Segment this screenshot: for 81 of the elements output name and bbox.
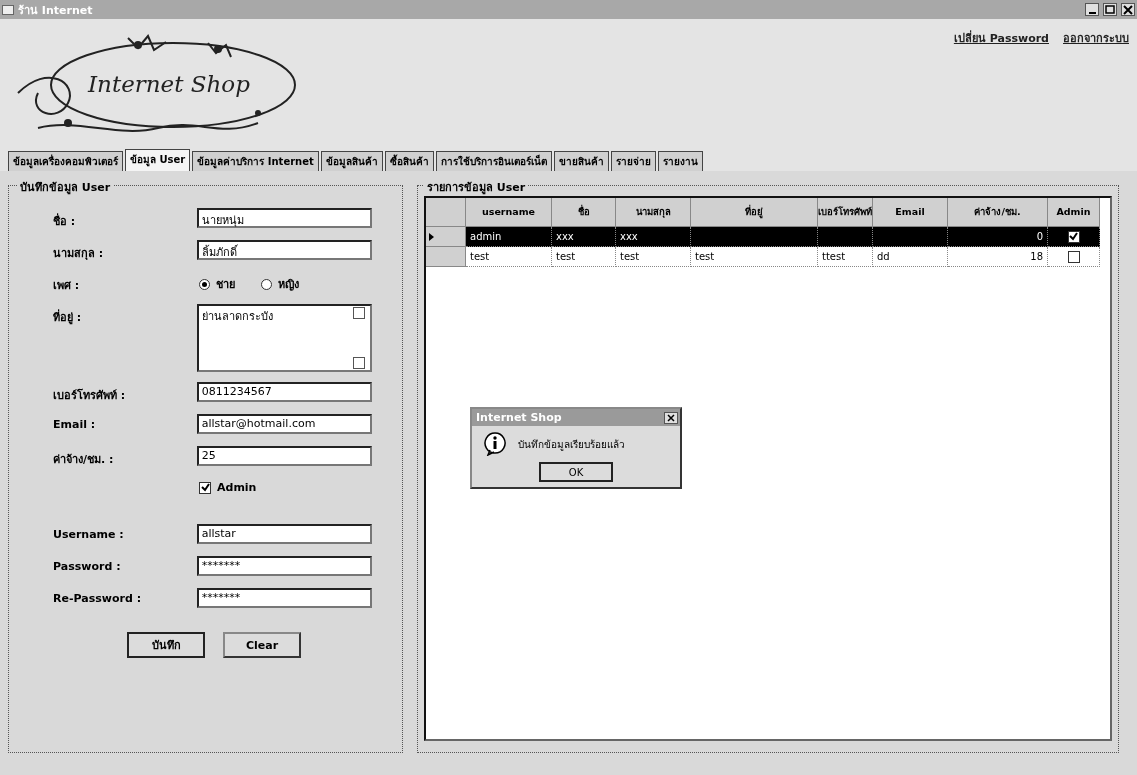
group-title: บันทึกข้อมูล User [17,178,114,196]
column-header[interactable]: Email [873,198,948,227]
row-header[interactable] [426,227,466,247]
table-cell: 18 [948,247,1048,267]
field-label: Username : [53,527,125,541]
column-header[interactable]: username [466,198,552,227]
field-label: เพศ : [53,278,81,294]
table-cell: 0 [948,227,1048,247]
logo-text: Internet Shop [88,71,250,97]
table-cell: test [691,247,818,267]
window-title: ร้าน Internet [18,2,93,19]
header-link[interactable]: เปลี่ยน Password [953,29,1049,149]
radio-label: ชาย [216,277,235,293]
maximize-icon [1104,4,1116,15]
column-header[interactable]: เบอร์โทรศัพท์ [818,198,873,227]
checkbox[interactable] [199,481,211,494]
corner-cell [426,198,466,227]
column-header[interactable]: ที่อยู่ [691,198,818,227]
dialog-message: บันทึกข้อมูลเรียบร้อยแล้ว [518,437,625,452]
field-label: ค่าจ้าง/ชม. : [53,452,115,468]
text-field[interactable]: 25 [196,446,372,466]
scroll-up-icon[interactable] [353,307,365,319]
tab[interactable]: ขายสินค้า [553,151,609,171]
tab[interactable]: รายจ่าย [610,151,656,171]
table-cell: admin [466,227,552,247]
field-label: Email : [53,417,97,431]
app-icon [2,4,14,15]
tab[interactable]: รายงาน [657,151,703,171]
tab[interactable]: ข้อมูลสินค้า [320,151,383,171]
close-button[interactable] [664,411,678,424]
close-icon [1122,4,1134,15]
maximize-button[interactable] [1103,3,1117,16]
column-header[interactable]: Admin [1048,198,1100,227]
tab[interactable]: ซื้อสินค้า [384,151,434,171]
text-area[interactable]: ย่านลาดกระบัง [196,304,372,372]
info-icon [484,432,506,456]
field-label: ที่อยู่ : [53,308,83,326]
group-title: รายการข้อมูล User [424,178,529,196]
checkbox-label: Admin [217,481,257,494]
password-field[interactable]: ******* [196,588,372,608]
tab[interactable]: ข้อมูลค่าบริการ Internet [192,151,319,171]
table-cell [818,227,873,247]
field-label: Re-Password : [53,591,143,605]
password-field[interactable]: ******* [196,556,372,576]
row-pointer-icon [429,232,434,241]
field-label: Password : [53,559,122,573]
text-field[interactable]: allstar@hotmail.com [196,414,372,434]
column-header[interactable]: ชื่อ [552,198,616,227]
close-button[interactable] [1121,3,1135,16]
table-cell: test [552,247,616,267]
minimize-icon [1088,11,1096,14]
text-field[interactable]: ลิ้มภักดิ์ [196,240,372,260]
table-cell: test [616,247,691,267]
column-header[interactable]: ค่าจ้าง/ชม. [948,198,1048,227]
minimize-button[interactable] [1085,3,1099,16]
text-field[interactable]: นายหนุ่ม [196,208,372,228]
dialog-title: Internet Shop [476,411,562,424]
tab[interactable]: การใช้บริการอินเตอร์เน็ต [435,151,552,171]
field-label: นามสกุล : [53,246,105,262]
radio-button[interactable] [199,278,210,290]
table-cell: ttest [818,247,873,267]
close-icon [667,413,675,422]
table-cell: test [466,247,552,267]
text-field[interactable]: 0811234567 [196,382,372,402]
ok-button[interactable]: OK [539,462,613,482]
table-cell: xxx [552,227,616,247]
header-link[interactable]: ออกจากระบบ [1063,29,1129,149]
text-field[interactable]: allstar [196,524,372,544]
table-cell: dd [873,247,948,267]
radio-button[interactable] [261,278,272,290]
clear-button[interactable]: Clear [223,632,301,658]
table-cell: xxx [616,227,691,247]
text-area-value: ย่านลาดกระบัง [201,309,273,325]
field-label: ชื่อ : [53,212,77,230]
scroll-down-icon[interactable] [353,357,365,369]
tab[interactable]: ข้อมูลเครื่องคอมพิวเตอร์ [8,151,123,171]
column-header[interactable]: นามสกุล [616,198,691,227]
tab[interactable]: ข้อมูล User [125,149,191,171]
save-button[interactable]: บันทึก [127,632,205,658]
field-label: เบอร์โทรศัพท์ : [53,387,127,404]
radio-label: หญิง [278,277,299,293]
